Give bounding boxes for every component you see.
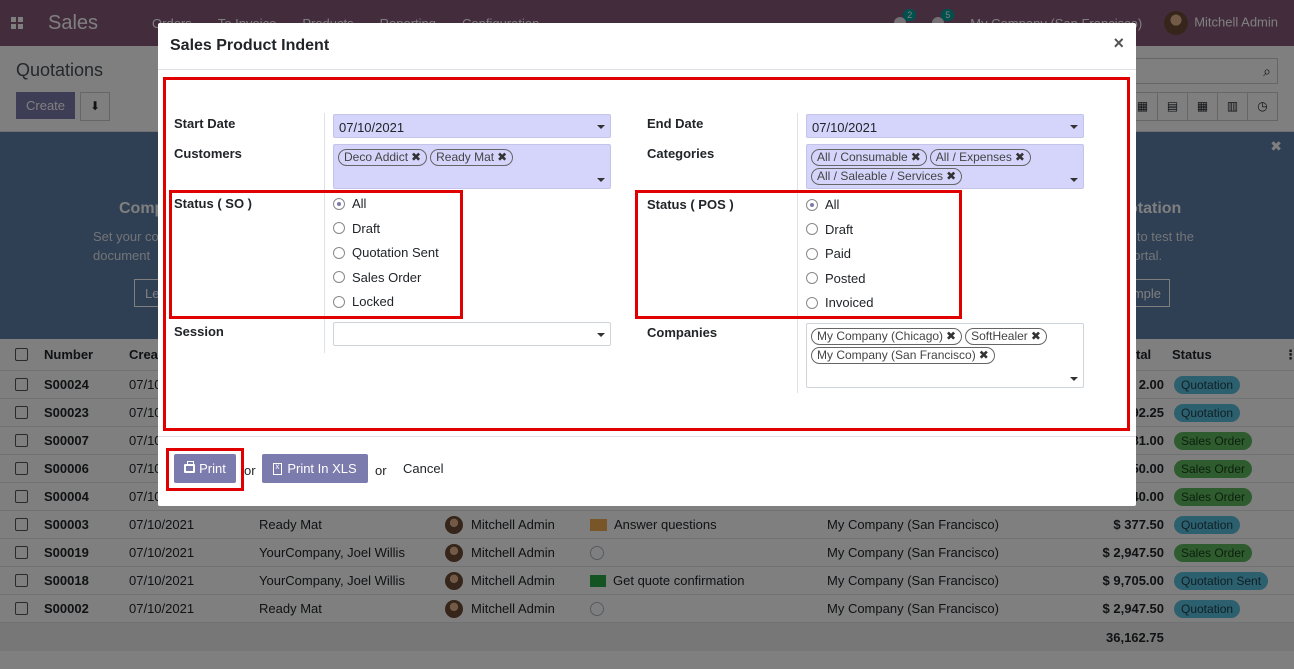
customer-tag: Ready Mat ✖ (430, 149, 514, 166)
status-pos-option-paid[interactable]: Paid (806, 246, 851, 261)
status-so-option-draft[interactable]: Draft (333, 221, 380, 236)
categories-field[interactable]: All / Consumable ✖ All / Expenses ✖ All / Sa… (806, 144, 1084, 189)
category-tag: All / Consumable ✖ (811, 149, 927, 166)
excel-file-icon (273, 462, 283, 475)
status-so-label: Status ( SO ) (174, 196, 253, 211)
status-pos-option-invoiced[interactable]: Invoiced (806, 295, 873, 310)
close-icon[interactable]: × (1113, 33, 1124, 54)
print-button[interactable]: Print (174, 454, 236, 483)
start-date-input[interactable]: 07/10/2021 (333, 114, 611, 138)
radio-button[interactable] (806, 223, 818, 235)
status-so-option-locked[interactable]: Locked (333, 294, 394, 309)
remove-tag-icon[interactable]: ✖ (946, 329, 956, 343)
status-so-option-all[interactable]: All (333, 196, 366, 211)
status-pos-label: Status ( POS ) (647, 197, 734, 212)
radio-button[interactable] (333, 271, 345, 283)
start-date-value: 07/10/2021 (339, 120, 405, 135)
customers-label: Customers (174, 146, 242, 161)
session-select[interactable] (333, 322, 611, 346)
category-tag: All / Saleable / Services ✖ (811, 168, 963, 185)
left-column-divider (324, 113, 325, 353)
status-pos-option-posted[interactable]: Posted (806, 271, 865, 286)
end-date-label: End Date (647, 116, 704, 131)
customers-field[interactable]: Deco Addict ✖ Ready Mat ✖ (333, 144, 611, 189)
print-xls-button[interactable]: Print In XLS (262, 454, 368, 483)
remove-tag-icon[interactable]: ✖ (911, 150, 921, 164)
radio-button[interactable] (333, 222, 345, 234)
customer-tag: Deco Addict ✖ (338, 149, 428, 166)
radio-button[interactable] (806, 272, 818, 284)
companies-field[interactable]: My Company (Chicago) ✖ SoftHealer ✖ My Compa… (806, 323, 1084, 388)
radio-button[interactable] (806, 198, 818, 211)
radio-button[interactable] (333, 246, 345, 259)
dialog-header-divider (158, 69, 1136, 70)
remove-tag-icon[interactable]: ✖ (1031, 329, 1041, 343)
start-date-caret-icon (597, 125, 605, 129)
status-so-option-quotation-sent[interactable]: Quotation Sent (333, 245, 439, 260)
category-tag: All / Expenses ✖ (929, 149, 1031, 166)
radio-button[interactable] (333, 295, 345, 308)
radio-button[interactable] (806, 296, 818, 309)
start-date-label: Start Date (174, 116, 236, 131)
right-column-divider (797, 113, 798, 393)
sales-product-indent-dialog: Sales Product Indent × Start Date Custom… (158, 23, 1136, 506)
end-date-input[interactable]: 07/10/2021 (806, 114, 1084, 138)
remove-tag-icon[interactable]: ✖ (979, 348, 989, 362)
dialog-footer-divider (158, 436, 1136, 437)
categories-label: Categories (647, 146, 715, 161)
company-tag: My Company (Chicago) ✖ (811, 328, 963, 345)
company-tag: My Company (San Francisco) ✖ (811, 347, 995, 364)
remove-tag-icon[interactable]: ✖ (411, 150, 421, 164)
remove-tag-icon[interactable]: ✖ (497, 150, 507, 164)
cancel-button[interactable]: Cancel (403, 461, 443, 476)
print-label: Print (199, 461, 226, 476)
remove-tag-icon[interactable]: ✖ (1015, 150, 1025, 164)
dialog-title: Sales Product Indent (170, 37, 330, 54)
radio-button[interactable] (333, 197, 345, 210)
company-tag: SoftHealer ✖ (965, 328, 1047, 345)
or-separator-1: or (244, 463, 256, 478)
or-separator-2: or (375, 463, 387, 478)
end-date-value: 07/10/2021 (812, 120, 878, 135)
remove-tag-icon[interactable]: ✖ (946, 169, 956, 183)
printer-icon (184, 461, 196, 473)
companies-caret-icon (1070, 377, 1078, 381)
session-label: Session (174, 324, 224, 339)
customers-caret-icon (597, 178, 605, 182)
status-so-option-sales-order[interactable]: Sales Order (333, 270, 421, 285)
radio-button[interactable] (806, 247, 818, 260)
end-date-caret-icon (1070, 125, 1078, 129)
status-pos-option-draft[interactable]: Draft (806, 222, 853, 237)
session-caret-icon (597, 333, 605, 337)
companies-label: Companies (647, 325, 718, 340)
print-xls-label: Print In XLS (287, 461, 357, 476)
categories-caret-icon (1070, 178, 1078, 182)
status-pos-option-all[interactable]: All (806, 197, 839, 212)
